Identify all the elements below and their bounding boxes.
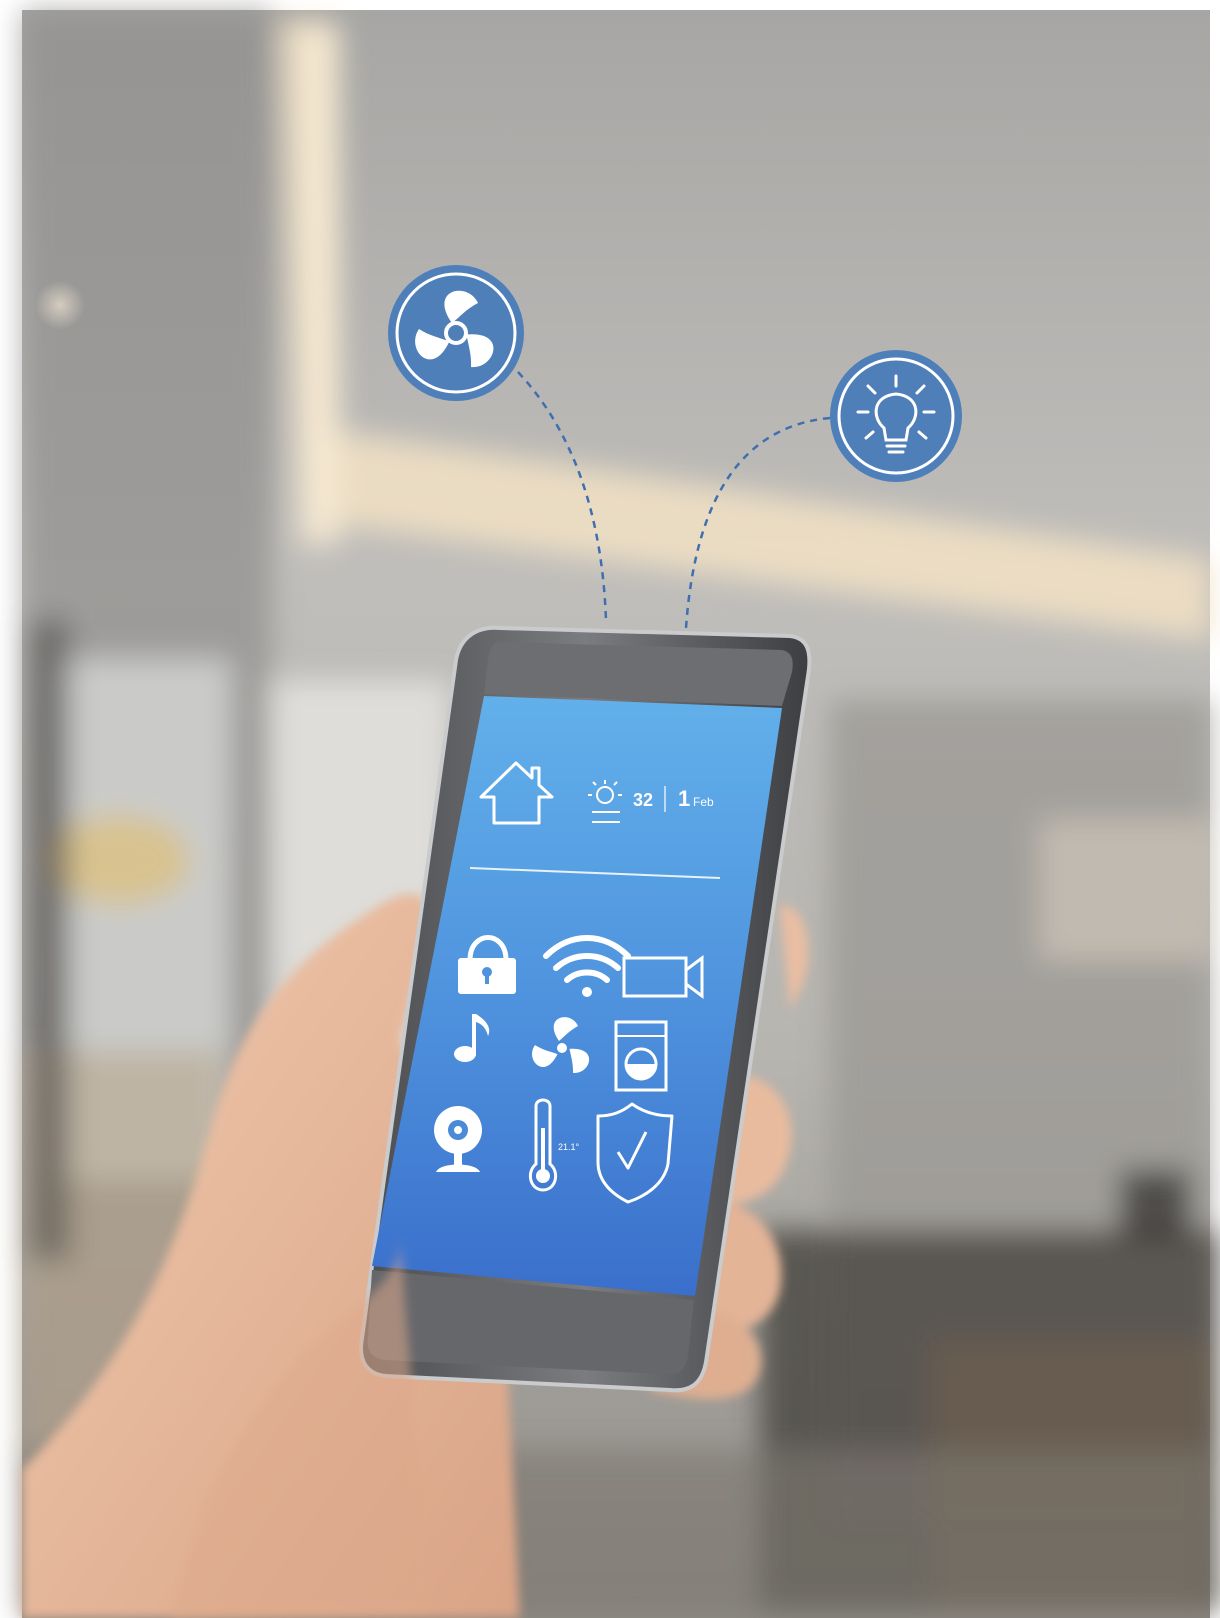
fan-bubble <box>388 265 524 401</box>
date-day: 1 <box>678 786 690 811</box>
smart-home-photo: 32 1 Feb 21.1° <box>0 0 1220 1618</box>
temperature-value: 32 <box>633 790 653 810</box>
date-month: Feb <box>693 795 714 809</box>
lightbulb-bubble <box>830 350 962 482</box>
thermometer-reading: 21.1° <box>558 1142 580 1152</box>
